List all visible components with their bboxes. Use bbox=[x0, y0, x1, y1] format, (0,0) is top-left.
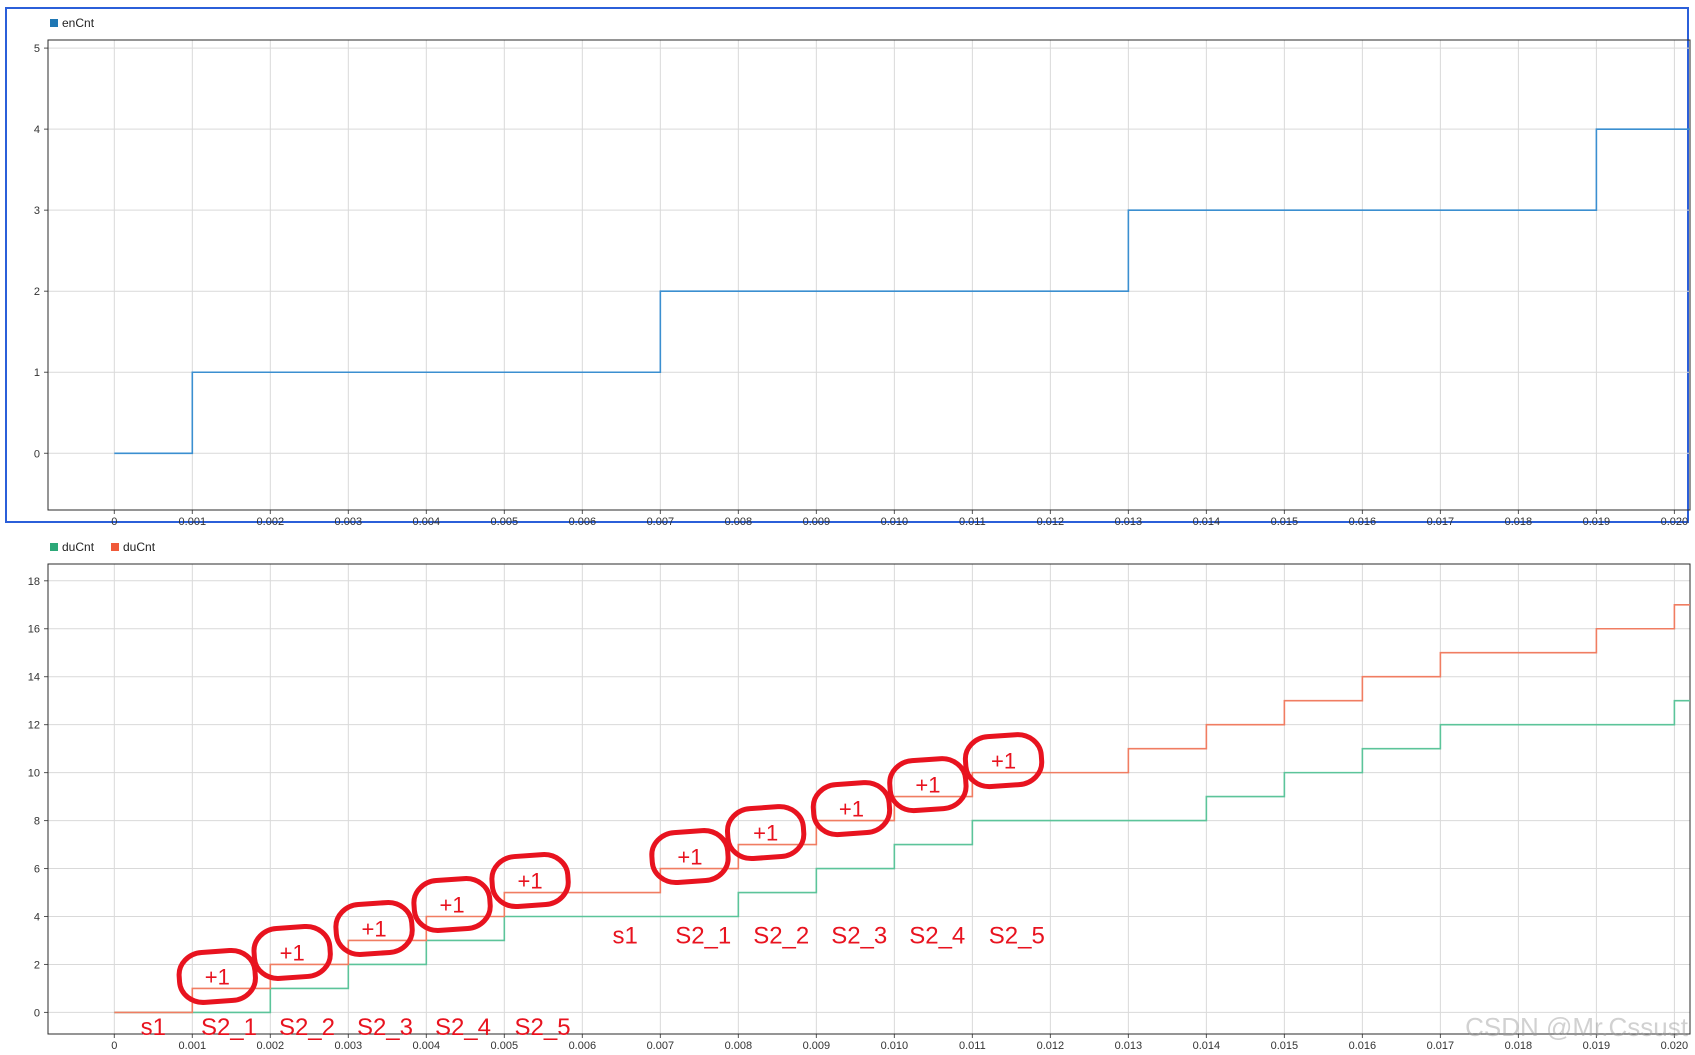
x-tick-label: 0.011 bbox=[959, 1040, 986, 1052]
legend-label[interactable]: duCnt bbox=[123, 540, 156, 554]
x-tick-label: 0.011 bbox=[959, 516, 986, 528]
annotation-plus-one: +1 bbox=[362, 916, 387, 941]
x-tick-label: 0.002 bbox=[257, 1040, 285, 1052]
x-tick-label: 0.015 bbox=[1271, 1040, 1299, 1052]
x-tick-label: 0.006 bbox=[569, 516, 597, 528]
x-tick-label: 0 bbox=[111, 516, 117, 528]
axes-box bbox=[47, 39, 1691, 511]
x-tick-label: 0.016 bbox=[1349, 516, 1377, 528]
x-tick-label: 0.005 bbox=[491, 516, 519, 528]
x-tick-label: 0.015 bbox=[1271, 516, 1299, 528]
x-tick-label: 0.010 bbox=[881, 516, 909, 528]
annotation-plus-one: +1 bbox=[440, 893, 465, 918]
x-tick-label: 0.008 bbox=[725, 516, 753, 528]
legend-swatch bbox=[111, 543, 119, 551]
y-tick-label: 3 bbox=[34, 205, 40, 217]
x-tick-label: 0.012 bbox=[1037, 1040, 1065, 1052]
x-tick-label: 0.007 bbox=[647, 1040, 675, 1052]
x-tick-label: 0.009 bbox=[803, 516, 831, 528]
x-tick-label: 0.010 bbox=[881, 1040, 909, 1052]
scope-figure: enCnt 0 0.001 0.002 0.003 0.004 0.005 0.006 0.00… bbox=[5, 7, 1691, 1052]
legend-label[interactable]: enCnt bbox=[62, 16, 95, 30]
annotation-state-label: S2_1 bbox=[201, 1014, 257, 1041]
x-tick-label: 0.001 bbox=[179, 1040, 207, 1052]
legend-swatch bbox=[50, 543, 58, 551]
y-tick-label: 2 bbox=[34, 959, 40, 971]
x-tick-label: 0.016 bbox=[1349, 1040, 1377, 1052]
x-tick-label: 0.009 bbox=[803, 1040, 831, 1052]
annotation-state-label: S2_2 bbox=[279, 1014, 335, 1041]
y-tick-label: 4 bbox=[34, 912, 40, 924]
y-tick-label: 8 bbox=[34, 816, 40, 828]
x-tick-label: 0.014 bbox=[1193, 1040, 1221, 1052]
y-tick-label: 4 bbox=[34, 124, 40, 136]
y-tick-label: 6 bbox=[34, 864, 40, 876]
plot-panel-top[interactable]: enCnt 0 0.001 0.002 0.003 0.004 0.005 0.006 0.00… bbox=[5, 7, 1691, 528]
annotation-state-label: S2_1 bbox=[675, 923, 731, 950]
annotation-state-label: S2_4 bbox=[909, 923, 965, 950]
legend-label[interactable]: duCnt bbox=[62, 540, 95, 554]
annotation-plus-one: +1 bbox=[915, 773, 940, 798]
x-tick-label: 0.005 bbox=[491, 1040, 519, 1052]
x-tick-label: 0.002 bbox=[257, 516, 285, 528]
y-tick-label: 12 bbox=[28, 720, 40, 732]
y-tick-label: 0 bbox=[34, 1007, 40, 1019]
y-tick-label: 14 bbox=[28, 672, 40, 684]
x-tick-label: 0.007 bbox=[647, 516, 675, 528]
y-tick-label: 1 bbox=[34, 367, 40, 379]
annotation-plus-one: +1 bbox=[677, 845, 702, 870]
annotation-state-label: S2_2 bbox=[753, 923, 809, 950]
annotation-state-label: S2_5 bbox=[989, 923, 1045, 950]
annotation-state-label: S2_3 bbox=[357, 1014, 413, 1041]
y-tick-label: 10 bbox=[28, 768, 40, 780]
annotation-layer: s1 S2_1 S2_2 S2_3 S2_4 S2_5 s1 S2_1 S2_2 S2_3 S2_4… bbox=[141, 732, 1045, 1041]
annotation-plus-one: +1 bbox=[205, 964, 230, 989]
series-line-duCnt bbox=[114, 699, 1690, 1014]
x-tick-label: 0.004 bbox=[413, 1040, 441, 1052]
y-tick-label: 0 bbox=[34, 448, 40, 460]
panel-selection-frame bbox=[5, 7, 1689, 523]
annotation-state-label: s1 bbox=[613, 923, 638, 950]
legend-swatch bbox=[50, 19, 58, 27]
x-tick-label: 0.008 bbox=[725, 1040, 753, 1052]
x-tick-label: 0.020 bbox=[1661, 516, 1689, 528]
x-tick-label: 0.001 bbox=[179, 516, 207, 528]
x-tick-label: 0.017 bbox=[1427, 516, 1455, 528]
x-tick-label: 0.013 bbox=[1115, 1040, 1143, 1052]
x-tick-label: 0.004 bbox=[413, 516, 441, 528]
annotation-plus-one: +1 bbox=[518, 869, 543, 894]
x-tick-label: 0.019 bbox=[1583, 516, 1611, 528]
x-tick-label: 0.006 bbox=[569, 1040, 597, 1052]
x-tick-label: 0.012 bbox=[1037, 516, 1065, 528]
annotation-plus-one: +1 bbox=[280, 940, 305, 965]
annotation-state-label: s1 bbox=[141, 1014, 166, 1041]
x-tick-label: 0.014 bbox=[1193, 516, 1221, 528]
y-tick-label: 5 bbox=[34, 43, 40, 55]
annotation-plus-one: +1 bbox=[839, 797, 864, 822]
x-tick-label: 0.003 bbox=[335, 516, 363, 528]
y-tick-label: 18 bbox=[28, 576, 40, 588]
watermark: CSDN @Mr.Cssust bbox=[1465, 1012, 1689, 1042]
y-tick-label: 16 bbox=[28, 624, 40, 636]
annotation-state-label: S2_3 bbox=[831, 923, 887, 950]
y-tick-label: 2 bbox=[34, 286, 40, 298]
x-tick-label: 0 bbox=[111, 1040, 117, 1052]
x-tick-label: 0.017 bbox=[1427, 1040, 1455, 1052]
annotation-plus-one: +1 bbox=[991, 749, 1016, 774]
annotation-plus-one: +1 bbox=[753, 821, 778, 846]
x-tick-label: 0.013 bbox=[1115, 516, 1143, 528]
x-tick-label: 0.018 bbox=[1505, 516, 1533, 528]
annotation-state-label: S2_5 bbox=[515, 1014, 571, 1041]
x-tick-label: 0.003 bbox=[335, 1040, 363, 1052]
annotation-state-label: S2_4 bbox=[435, 1014, 491, 1041]
